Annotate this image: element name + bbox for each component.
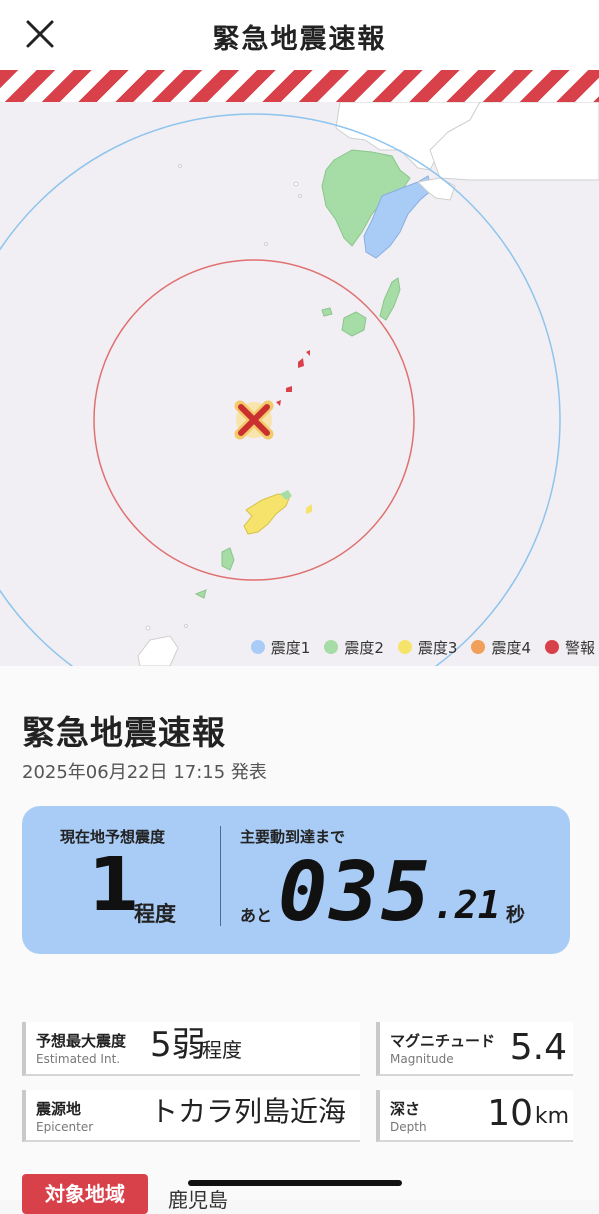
epicenter-value: トカラ列島近海: [150, 1095, 347, 1128]
land-yakushima: [341, 311, 367, 337]
max-int-label: 予想最大震度: [36, 1032, 127, 1050]
legend-item: 震度4: [471, 637, 531, 658]
target-region-button[interactable]: 対象地域: [22, 1174, 148, 1214]
legend-item: 震度3: [397, 637, 458, 658]
legend-label: 震度1: [270, 638, 311, 657]
magnitude-value: 5.4: [509, 1027, 567, 1068]
intensity-legend: 震度1 震度2 震度3 震度4 警報: [210, 636, 595, 658]
arrival-unit: 秒: [506, 904, 526, 926]
home-indicator[interactable]: [188, 1180, 402, 1186]
land-tokara-3: [276, 400, 281, 406]
land-kikai: [306, 504, 312, 514]
arrival-seconds: 035: [278, 845, 433, 940]
magnitude-sub: Magnitude: [390, 1052, 454, 1066]
max-int-value: 5弱: [150, 1025, 206, 1065]
header-bar: 緊急地震速報: [0, 0, 599, 70]
p-wave-circle: [0, 113, 561, 666]
epicenter-label: 震源地: [36, 1100, 82, 1118]
legend-dot-icon: [544, 640, 559, 654]
eta-card: 現在地予想震度 1 程度 主要動到達まで あと 035 .21 秒: [22, 806, 570, 954]
info-title: 緊急地震速報: [22, 713, 226, 752]
magnitude-label: マグニチュード: [390, 1032, 496, 1050]
legend-label: 警報: [564, 638, 595, 657]
land-tokara-1: [298, 358, 304, 368]
quake-map[interactable]: [0, 102, 599, 666]
issued-time: 2025年06月22日 17:15 発表: [22, 762, 267, 783]
max-int-suffix: 程度: [202, 1038, 242, 1062]
legend-label: 震度2: [344, 638, 384, 657]
legend-dot-icon: [397, 640, 412, 654]
land-okinoerabu: [194, 589, 207, 599]
legend-item: 警報: [544, 637, 595, 658]
land-okinawa-north: [137, 635, 179, 666]
legend-item: 震度2: [324, 637, 384, 658]
depth-label: 深さ: [390, 1100, 421, 1118]
land-tokara-2: [286, 386, 292, 392]
max-int-sub: Estimated Int.: [36, 1052, 121, 1066]
map-svg: [0, 102, 599, 666]
target-region-text: 鹿児島: [168, 1188, 228, 1212]
depth-value: 10: [487, 1093, 533, 1134]
fact-max-intensity: 予想最大震度 Estimated Int. 5弱 程度: [22, 1022, 360, 1076]
eta-divider: [220, 826, 221, 926]
legend-dot-icon: [471, 640, 486, 654]
land-tokara-4: [306, 350, 310, 356]
land-kuchinoerabu: [321, 307, 333, 317]
legend-item: 震度1: [250, 637, 311, 658]
fact-depth: 深さ Depth 10 km: [376, 1090, 573, 1142]
land-tanegashima: [379, 277, 401, 321]
legend-dot-icon: [250, 640, 265, 654]
fact-magnitude: マグニチュード Magnitude 5.4: [376, 1022, 573, 1076]
warning-stripe: [0, 70, 599, 102]
arrival-fraction: .21: [432, 883, 501, 927]
legend-label: 震度4: [491, 638, 531, 657]
arrival-label: 主要動到達まで: [240, 828, 346, 846]
page-title: 緊急地震速報: [212, 24, 387, 55]
land-amami-yellow: [243, 493, 291, 535]
legend-label: 震度3: [417, 638, 458, 657]
arrival-prefix: あと: [240, 906, 273, 925]
local-intensity-value: 1: [88, 842, 140, 928]
fact-epicenter: 震源地 Epicenter トカラ列島近海: [22, 1090, 360, 1142]
epicenter-x-icon: [234, 400, 274, 440]
local-intensity-unit: 程度: [134, 902, 176, 926]
depth-sub: Depth: [390, 1120, 427, 1134]
depth-unit: km: [534, 1104, 569, 1129]
land-tokunoshima: [221, 547, 235, 571]
epicenter-sub: Epicenter: [36, 1120, 94, 1134]
legend-dot-icon: [324, 640, 339, 654]
